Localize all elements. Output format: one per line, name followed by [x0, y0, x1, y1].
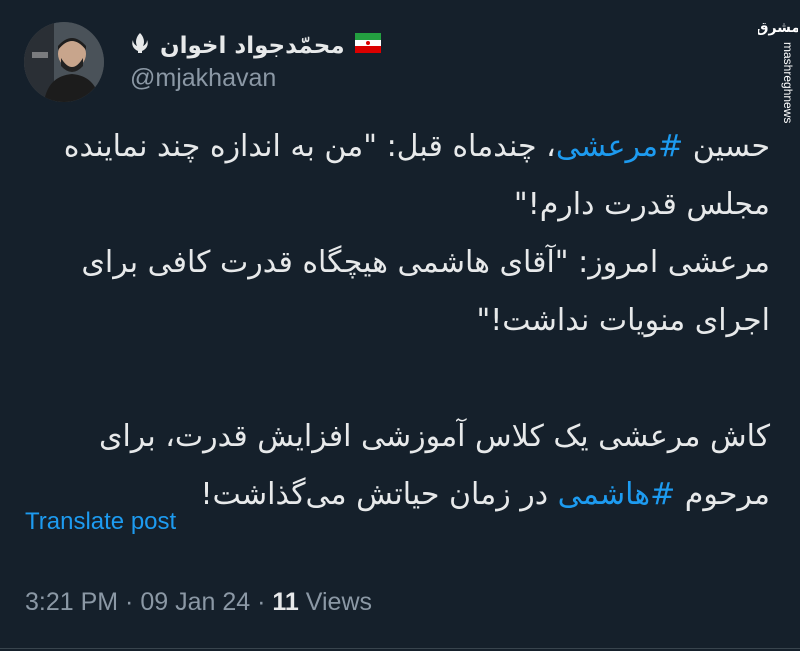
tweet-line-2: مجلس قدرت دارم!" — [513, 187, 770, 222]
hashtag-link[interactable]: #هاشمی — [558, 477, 676, 512]
avatar[interactable] — [24, 22, 104, 102]
mashregh-watermark: مشرق mashreghnews.ir — [756, 14, 800, 133]
avatar-image — [24, 22, 104, 102]
author-name-row[interactable]: محمّدجواد اخوان — [130, 26, 410, 66]
tweet-line-5: کاش مرعشی یک کلاس آموزشی افزایش قدرت، بر… — [98, 419, 770, 454]
author-handle[interactable]: @mjakhavan — [130, 64, 276, 93]
views-label: Views — [305, 588, 373, 616]
watermark-site: mashreghnews.ir — [781, 42, 795, 124]
tweet-text: حسین #مرعشی، چندماه قبل: "من به اندازه چ… — [24, 118, 770, 524]
text-segment: حسین — [683, 129, 770, 164]
meta-separator: · — [118, 588, 141, 616]
translate-post-link[interactable]: Translate post — [25, 508, 176, 536]
tweet-date[interactable]: 09 Jan 24 — [140, 588, 250, 616]
hashtag-link[interactable]: #مرعشی — [556, 129, 683, 164]
text-segment: در زمان حیاتش می‌گذاشت! — [200, 477, 558, 512]
tweet-line-4: اجرای منویات نداشت!" — [476, 303, 770, 338]
divider — [0, 648, 800, 649]
tweet-line-3: مرعشی امروز: "آقای هاشمی هیچگاه قدرت کاف… — [81, 245, 770, 280]
watermark-logo-text: مشرق — [758, 20, 798, 36]
iran-flag-icon — [354, 33, 381, 59]
display-name: محمّدجواد اخوان — [160, 33, 345, 59]
meta-separator: · — [250, 588, 273, 616]
text-segment: ، چندماه قبل: "من به اندازه چند نماینده — [63, 129, 556, 164]
views-count: 11 — [272, 588, 299, 616]
tweet-meta: 3:21 PM · 09 Jan 24 · 11 Views — [25, 588, 372, 617]
tweet-time[interactable]: 3:21 PM — [25, 588, 118, 616]
tweet-line-1: حسین #مرعشی، چندماه قبل: "من به اندازه چ… — [24, 118, 770, 176]
text-segment: مرحوم — [675, 477, 770, 512]
iran-emblem-icon — [130, 32, 150, 60]
